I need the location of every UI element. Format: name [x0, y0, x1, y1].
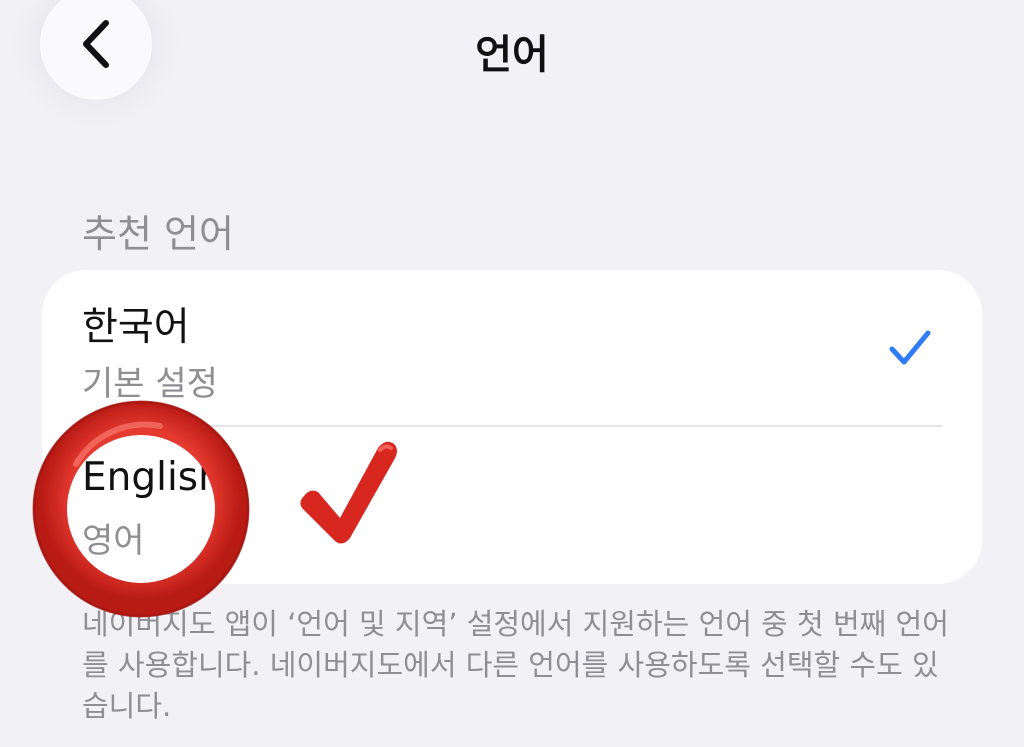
language-row-english[interactable]: English 영어: [42, 427, 982, 584]
language-name: 한국어: [82, 305, 190, 350]
language-subtitle: 영어: [82, 521, 145, 561]
checkmark-icon: [889, 330, 931, 365]
language-subtitle: 기본 설정: [82, 364, 218, 404]
footer-note: 네이버지도 앱이 ‘언어 및 지역’ 설정에서 지원하는 언어 중 첫 번째 언…: [82, 607, 949, 723]
page-title: 언어: [475, 32, 549, 78]
language-list: 한국어 기본 설정 English 영어: [42, 270, 982, 584]
section-header-recommended-languages: 추천 언어: [82, 212, 234, 256]
language-name: English: [82, 455, 223, 500]
language-row-korean[interactable]: 한국어 기본 설정: [42, 270, 982, 427]
language-settings-screen: 언어 추천 언어 한국어 기본 설정 English 영어 네이버지도 앱이 ‘…: [0, 0, 1024, 747]
